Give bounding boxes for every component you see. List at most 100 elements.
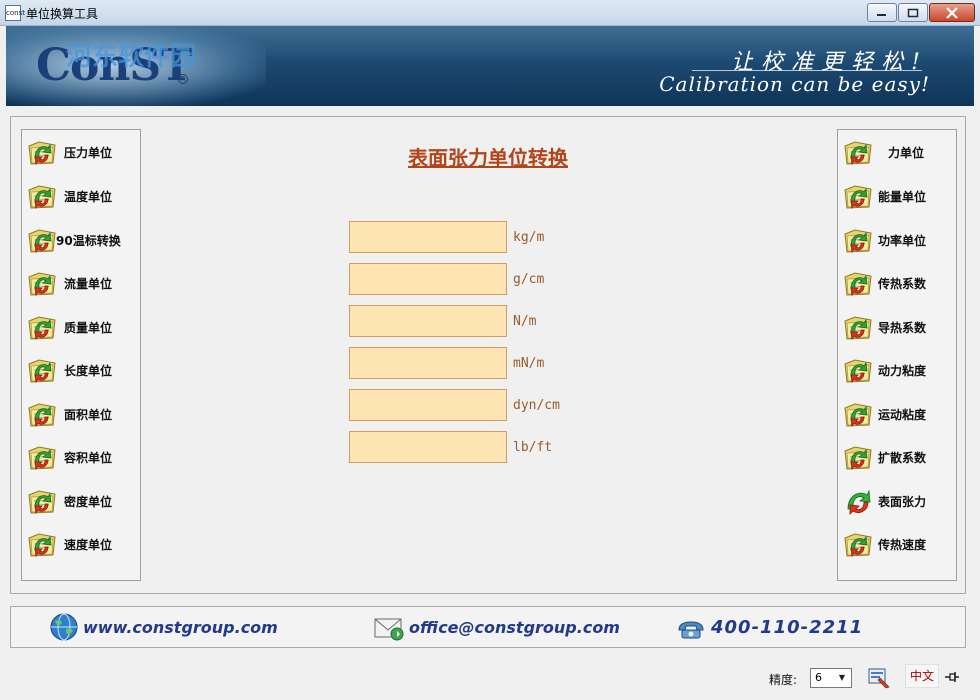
converter-title: 表面张力单位转换 [408, 146, 568, 170]
maximize-button[interactable] [898, 3, 928, 22]
folder-arrow-icon [842, 528, 874, 560]
language-button[interactable]: 中文 [905, 664, 939, 688]
nav-item-velocity[interactable]: 速度单位 [26, 526, 138, 562]
field-row-dyn-per-cm: dyn/cm [349, 389, 560, 421]
phone-link[interactable]: 400-110-2211 [675, 612, 863, 642]
nav-item-surface-tension[interactable]: 表面张力 [842, 483, 954, 519]
nav-item-temperature[interactable]: 温度单位 [26, 178, 138, 214]
nav-label: 传热系数 [878, 276, 927, 291]
nav-item-flow[interactable]: 流量单位 [26, 265, 138, 301]
slogan-divider [692, 70, 922, 71]
nav-item-mass[interactable]: 质量单位 [26, 309, 138, 345]
website-text: www.constgroup.com [83, 617, 278, 637]
folder-arrow-icon [842, 267, 874, 299]
green-red-arrow-icon [842, 485, 874, 517]
field-row-kg-per-m: kg/m [349, 221, 544, 253]
watermark: 河东软件园 [66, 42, 197, 72]
nav-label: 90温标转换 [56, 233, 121, 248]
precision-value: 6 [815, 671, 822, 684]
nav-item-heat-transfer-rate[interactable]: 传热速度 [842, 526, 954, 562]
close-button[interactable] [929, 3, 975, 22]
tool-icon[interactable] [866, 664, 892, 690]
mn-per-m-input[interactable] [349, 347, 507, 379]
nav-label: 温度单位 [64, 189, 113, 204]
nav-item-area[interactable]: 面积单位 [26, 396, 138, 432]
email-link[interactable]: office@constgroup.com [373, 612, 620, 642]
nav-label: 流量单位 [64, 276, 113, 291]
folder-arrow-icon [26, 398, 58, 430]
field-row-n-per-m: N/m [349, 305, 536, 337]
pin-icon[interactable] [944, 670, 960, 684]
nav-label: 速度单位 [64, 537, 113, 552]
nav-item-power[interactable]: 功率单位 [842, 222, 954, 258]
folder-arrow-icon [842, 354, 874, 386]
header-banner: ConST R 河东软件园 让校准更轻松! Calibration can be… [6, 26, 974, 106]
folder-arrow-icon [842, 441, 874, 473]
folder-arrow-icon [842, 136, 874, 168]
right-nav-panel: 力单位 能量单位 功率单位 传热系数 导热系数 动力粘度 运动粘度 扩散系数 表… [837, 129, 957, 581]
nav-item-heat-transfer-coefficient[interactable]: 传热系数 [842, 265, 954, 301]
nav-label: 质量单位 [64, 320, 113, 335]
unit-label: kg/m [513, 229, 545, 245]
nav-item-density[interactable]: 密度单位 [26, 483, 138, 519]
nav-item-energy[interactable]: 能量单位 [842, 178, 954, 214]
precision-select[interactable]: 6 ▼ [810, 668, 852, 688]
unit-label: N/m [513, 313, 537, 329]
g-per-cm-input[interactable] [349, 263, 507, 295]
app-icon: const [5, 5, 25, 21]
nav-label: 导热系数 [878, 320, 927, 335]
lb-per-ft-input[interactable] [349, 431, 507, 463]
nav-label: 表面张力 [878, 494, 927, 509]
nav-item-length[interactable]: 长度单位 [26, 352, 138, 388]
nav-label: 密度单位 [64, 494, 113, 509]
maximize-icon [907, 8, 919, 17]
folder-arrow-icon [26, 485, 58, 517]
nav-label: 传热速度 [878, 537, 927, 552]
registered-mark-icon: R [178, 74, 188, 84]
nav-label: 长度单位 [64, 363, 113, 378]
dyn-per-cm-input[interactable] [349, 389, 507, 421]
folder-arrow-icon [26, 267, 58, 299]
unit-label: dyn/cm [513, 397, 560, 413]
folder-arrow-icon [26, 180, 58, 212]
slogan-english: Calibration can be easy! [659, 72, 930, 96]
unit-label: g/cm [513, 271, 545, 287]
globe-icon [50, 613, 78, 641]
folder-arrow-icon [842, 398, 874, 430]
nav-item-force[interactable]: 力单位 [842, 134, 954, 170]
field-row-g-per-cm: g/cm [349, 263, 544, 295]
n-per-m-input[interactable] [349, 305, 507, 337]
window-title: 单位换算工具 [26, 7, 99, 21]
nav-label: 能量单位 [878, 189, 927, 204]
nav-label: 运动粘度 [878, 407, 927, 422]
nav-label: 扩散系数 [878, 450, 927, 465]
folder-arrow-icon [26, 528, 58, 560]
nav-item-diffusion-coefficient[interactable]: 扩散系数 [842, 439, 954, 475]
window-controls [866, 3, 975, 22]
nav-label: 容积单位 [64, 450, 113, 465]
minimize-icon [877, 13, 886, 16]
title-bar: const 单位换算工具 [0, 0, 980, 26]
contact-bar: www.constgroup.com office@constgroup.com… [10, 606, 966, 648]
email-text: office@constgroup.com [409, 617, 620, 637]
nav-item-dynamic-viscosity[interactable]: 动力粘度 [842, 352, 954, 388]
nav-label: 动力粘度 [878, 363, 927, 378]
nav-item-kinematic-viscosity[interactable]: 运动粘度 [842, 396, 954, 432]
nav-item-pressure[interactable]: 压力单位 [26, 134, 138, 170]
nav-label: 功率单位 [878, 233, 927, 248]
minimize-button[interactable] [867, 3, 897, 22]
main-panel: 压力单位 温度单位 90温标转换 流量单位 质量单位 长度单位 面积单位 容积单… [10, 116, 966, 594]
website-link[interactable]: www.constgroup.com [49, 612, 278, 642]
envelope-icon [374, 618, 404, 641]
nav-item-volume[interactable]: 容积单位 [26, 439, 138, 475]
field-row-mn-per-m: mN/m [349, 347, 544, 379]
nav-label: 面积单位 [64, 407, 113, 422]
folder-arrow-icon [842, 180, 874, 212]
nav-item-thermal-conductivity[interactable]: 导热系数 [842, 309, 954, 345]
nav-label: 压力单位 [64, 145, 113, 160]
field-row-lb-per-ft: lb/ft [349, 431, 552, 463]
nav-label: 力单位 [888, 145, 925, 160]
phone-text: 400-110-2211 [711, 616, 864, 638]
nav-item-its90[interactable]: 90温标转换 [26, 222, 138, 258]
kg-per-m-input[interactable] [349, 221, 507, 253]
